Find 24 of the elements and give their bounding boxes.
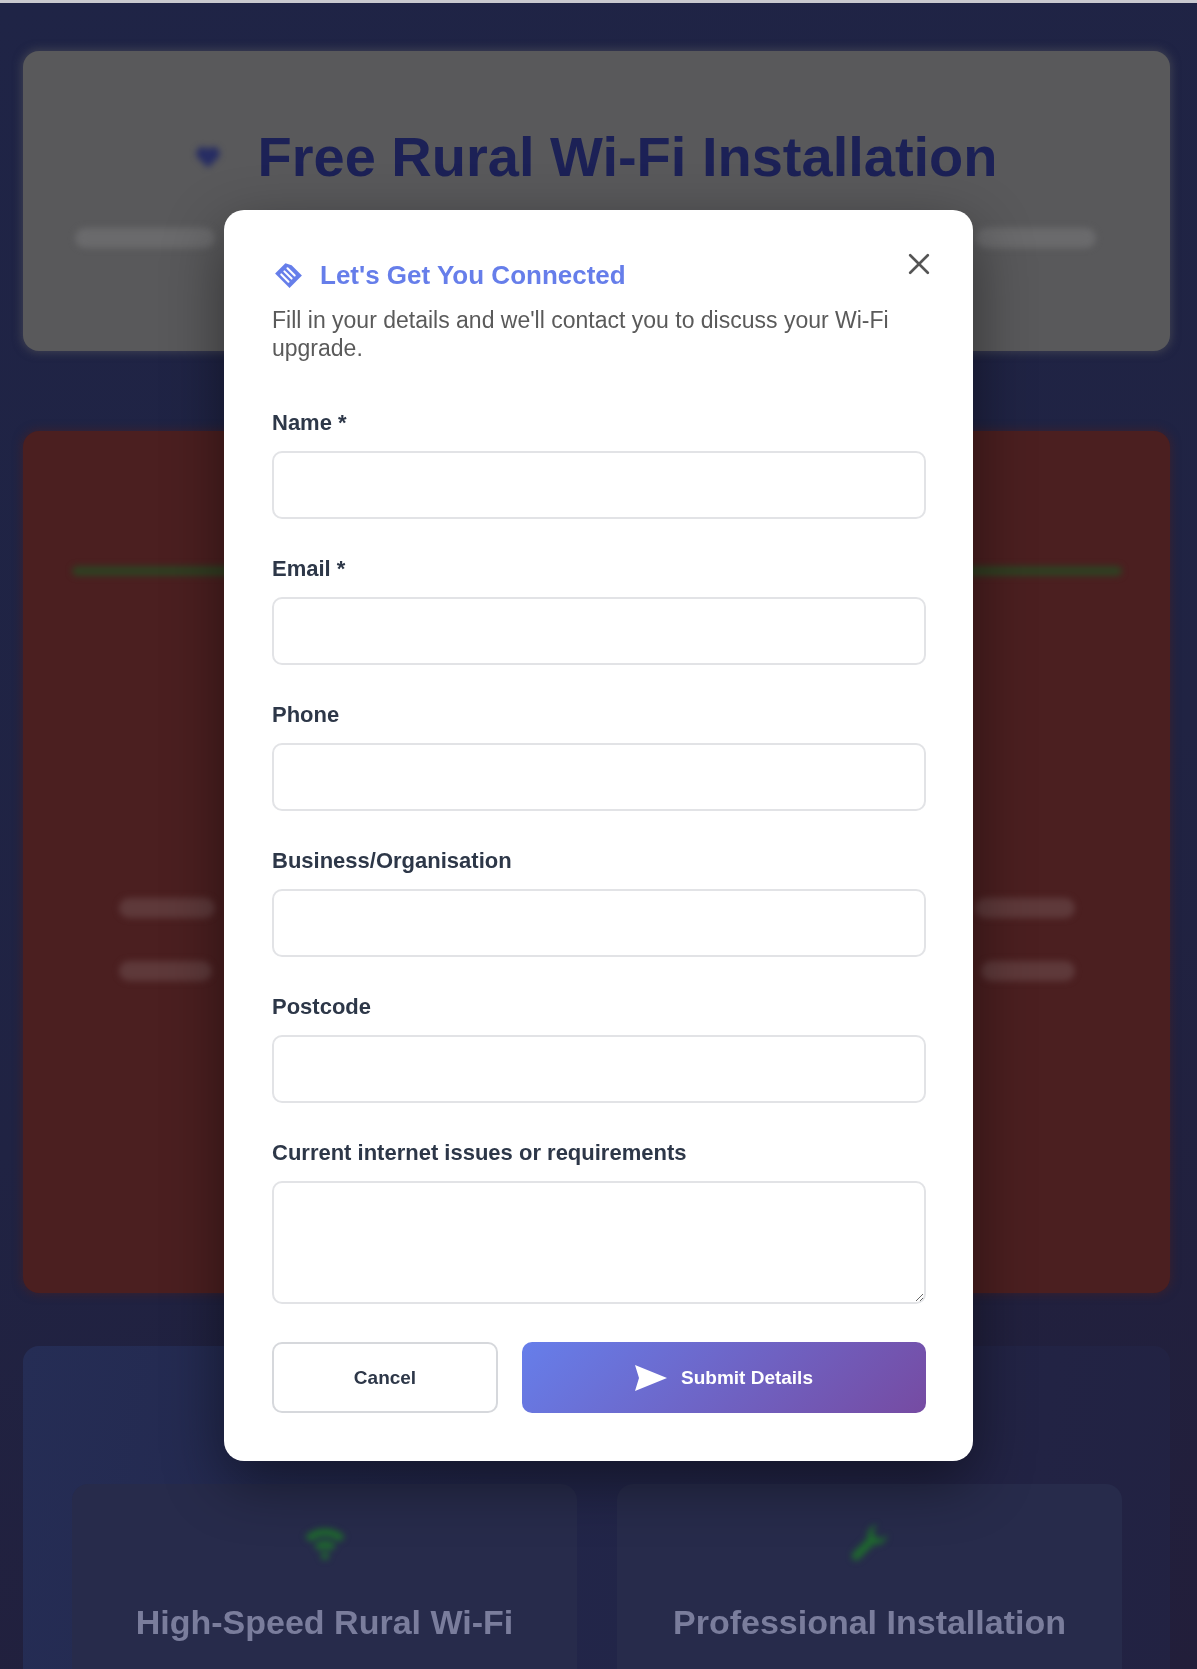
cancel-button[interactable]: Cancel xyxy=(272,1342,498,1413)
handshake-icon xyxy=(272,260,305,290)
field-label: Email * xyxy=(272,557,347,581)
field-label: Business/Organisation xyxy=(272,849,513,873)
input-field[interactable] xyxy=(272,889,926,957)
modal-title: Let's Get You Connected xyxy=(320,259,626,292)
textarea-field[interactable] xyxy=(272,1181,926,1304)
feature-title: High-Speed Rural Wi-Fi xyxy=(135,1602,514,1642)
hero-title: Free Rural Wi-Fi Installation xyxy=(257,127,998,187)
paper-plane-icon xyxy=(635,1364,667,1391)
field-label: Current internet issues or requirements xyxy=(272,1141,688,1165)
input-field[interactable] xyxy=(272,743,926,811)
field-label: Phone xyxy=(272,703,341,727)
field-label: Postcode xyxy=(272,995,373,1019)
modal-description: Fill in your details and we'll contact you to discuss your Wi-Fi upgrade. xyxy=(272,306,890,362)
heart-icon xyxy=(195,145,222,169)
close-icon xyxy=(908,253,930,275)
close-button[interactable] xyxy=(907,252,931,276)
feature-title: Professional Installation xyxy=(673,1602,1066,1642)
submit-button[interactable]: Submit Details xyxy=(522,1342,926,1413)
input-field[interactable] xyxy=(272,451,926,519)
input-field[interactable] xyxy=(272,597,926,665)
input-field[interactable] xyxy=(272,1035,926,1103)
field-label: Name * xyxy=(272,411,348,435)
